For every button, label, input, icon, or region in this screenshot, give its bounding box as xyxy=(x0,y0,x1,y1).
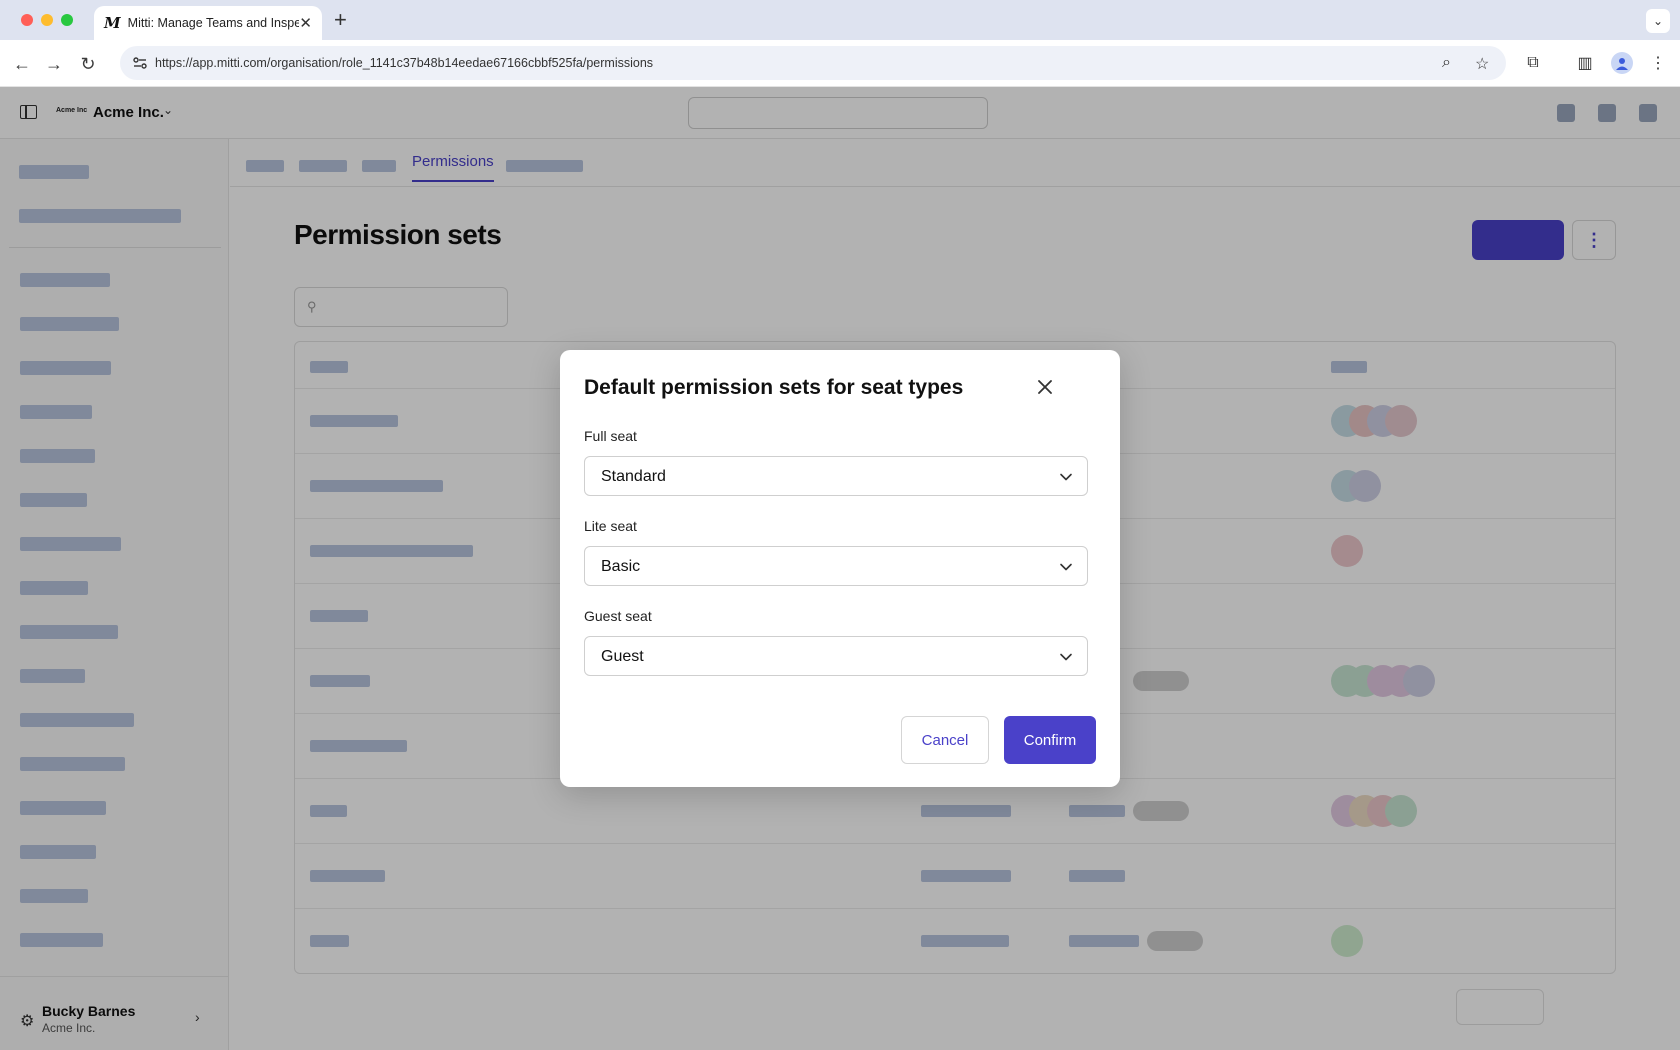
address-bar[interactable]: https://app.mitti.com/organisation/role_… xyxy=(120,46,1506,80)
reload-icon[interactable]: ↻ xyxy=(76,52,100,76)
guest-seat-label: Guest seat xyxy=(584,608,652,624)
lite-seat-value: Basic xyxy=(601,558,641,575)
zoom-icon[interactable]: ⌕ xyxy=(1442,54,1451,72)
forward-icon[interactable]: → xyxy=(42,52,66,76)
lite-seat-select[interactable]: Basic xyxy=(584,546,1088,586)
chevron-down-icon xyxy=(1060,563,1072,571)
window-minimize-button[interactable] xyxy=(41,14,53,26)
url-text: https://app.mitti.com/organisation/role_… xyxy=(155,56,654,70)
close-icon[interactable] xyxy=(1030,372,1060,402)
new-tab-icon[interactable]: + xyxy=(334,8,347,32)
full-seat-label: Full seat xyxy=(584,428,637,444)
default-permission-sets-dialog: Default permission sets for seat types F… xyxy=(560,350,1120,787)
browser-tab-strip: M Mitti: Manage Teams and Inspect... ✕ +… xyxy=(0,0,1680,40)
back-icon[interactable]: ← xyxy=(10,52,34,76)
profile-avatar[interactable] xyxy=(1611,52,1633,74)
chevron-down-icon xyxy=(1060,473,1072,481)
browser-toolbar: ← → ↻ https://app.mitti.com/organisation… xyxy=(0,40,1680,87)
guest-seat-value: Guest xyxy=(601,648,644,665)
chevron-down-icon xyxy=(1060,653,1072,661)
tab-close-icon[interactable]: ✕ xyxy=(299,14,312,32)
extensions-icon[interactable]: ⧉ xyxy=(1522,52,1544,74)
full-seat-value: Standard xyxy=(601,468,666,485)
full-seat-select[interactable]: Standard xyxy=(584,456,1088,496)
bookmark-star-icon[interactable]: ☆ xyxy=(1475,54,1489,74)
tab-title: Mitti: Manage Teams and Inspect... xyxy=(127,16,300,30)
browser-tab[interactable]: M Mitti: Manage Teams and Inspect... ✕ xyxy=(94,6,322,40)
window-maximize-button[interactable] xyxy=(61,14,73,26)
dialog-title: Default permission sets for seat types xyxy=(584,376,964,399)
cancel-button[interactable]: Cancel xyxy=(901,716,989,764)
window-close-button[interactable] xyxy=(21,14,33,26)
site-settings-icon[interactable] xyxy=(132,55,148,71)
lite-seat-label: Lite seat xyxy=(584,518,637,534)
browser-menu-icon[interactable]: ⋮ xyxy=(1647,52,1669,74)
tab-search-chevron-icon[interactable]: ⌄ xyxy=(1646,9,1670,33)
confirm-button[interactable]: Confirm xyxy=(1004,716,1096,764)
guest-seat-select[interactable]: Guest xyxy=(584,636,1088,676)
favicon-icon: M xyxy=(104,14,121,32)
side-panel-icon[interactable]: ▥ xyxy=(1574,52,1596,74)
